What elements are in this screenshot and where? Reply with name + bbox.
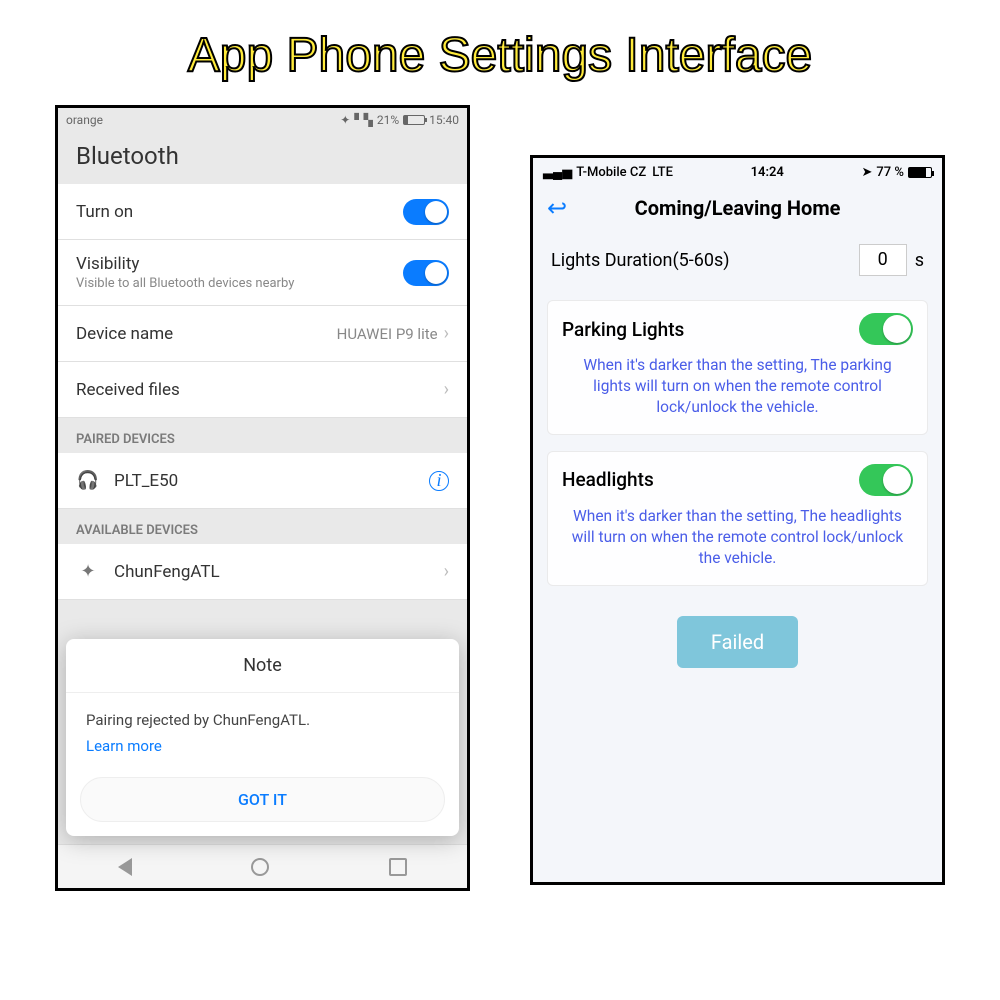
- carrier-label: orange: [66, 113, 103, 127]
- turn-on-label: Turn on: [76, 202, 403, 222]
- headlights-desc: When it's darker than the setting, The h…: [562, 496, 913, 571]
- bluetooth-icon: ✦: [76, 561, 100, 582]
- battery-percent: 21%: [377, 113, 399, 127]
- parking-lights-card: Parking Lights When it's darker than the…: [547, 300, 928, 435]
- battery-icon: [908, 167, 932, 178]
- paired-devices-header: PAIRED DEVICES: [58, 418, 467, 453]
- paired-device-row[interactable]: 🎧 PLT_E50 i: [58, 453, 467, 509]
- headlights-label: Headlights: [562, 468, 859, 491]
- visibility-toggle[interactable]: [403, 260, 449, 286]
- signal-icon: ▃▄▅: [543, 164, 572, 180]
- info-icon[interactable]: i: [429, 471, 449, 491]
- location-icon: ➤: [862, 165, 873, 180]
- nav-back-button[interactable]: [118, 858, 132, 876]
- duration-unit: s: [915, 250, 924, 271]
- turn-on-row[interactable]: Turn on: [58, 184, 467, 240]
- android-status-bar: orange ✦ ▘▚ 21% 15:40: [58, 108, 467, 132]
- turn-on-toggle[interactable]: [403, 199, 449, 225]
- available-device-name: ChunFengATL: [114, 562, 444, 582]
- screen-title: Bluetooth: [58, 132, 467, 184]
- nav-home-button[interactable]: [251, 858, 269, 876]
- parking-lights-toggle[interactable]: [859, 313, 913, 345]
- battery-icon: [403, 115, 425, 125]
- signal-icon: ▘▚: [354, 113, 372, 127]
- chevron-right-icon: ›: [444, 561, 449, 582]
- available-devices-header: AVAILABLE DEVICES: [58, 509, 467, 544]
- visibility-label: Visibility: [76, 254, 403, 274]
- ios-status-bar: ▃▄▅ T-Mobile CZ LTE 14:24 ➤ 77 %: [533, 158, 942, 186]
- lights-duration-row: Lights Duration(5-60s) 0 s: [533, 236, 942, 292]
- received-files-label: Received files: [76, 380, 444, 400]
- ios-screenshot: ▃▄▅ T-Mobile CZ LTE 14:24 ➤ 77 % ↩ Comin…: [530, 155, 945, 885]
- chevron-right-icon: ›: [444, 379, 449, 400]
- screen-title: Coming/Leaving Home: [575, 196, 900, 220]
- parking-lights-desc: When it's darker than the setting, The p…: [562, 345, 913, 420]
- paired-device-name: PLT_E50: [114, 471, 429, 491]
- clock-label: 15:40: [429, 113, 459, 127]
- device-name-label: Device name: [76, 324, 337, 344]
- nav-recent-button[interactable]: [389, 858, 407, 876]
- carrier-label: T-Mobile CZ: [576, 165, 646, 180]
- duration-input[interactable]: 0: [859, 244, 907, 276]
- duration-label: Lights Duration(5-60s): [551, 250, 730, 271]
- back-button[interactable]: ↩: [547, 194, 567, 222]
- device-name-value: HUAWEI P9 lite: [337, 325, 438, 343]
- visibility-row[interactable]: Visibility Visible to all Bluetooth devi…: [58, 240, 467, 306]
- network-label: LTE: [652, 165, 673, 180]
- battery-percent: 77 %: [876, 165, 904, 180]
- page-title: App Phone Settings Interface: [0, 0, 1000, 105]
- device-name-row[interactable]: Device name HUAWEI P9 lite ›: [58, 306, 467, 362]
- headphones-icon: 🎧: [76, 470, 100, 491]
- available-device-row[interactable]: ✦ ChunFengATL ›: [58, 544, 467, 600]
- headlights-card: Headlights When it's darker than the set…: [547, 451, 928, 586]
- headlights-toggle[interactable]: [859, 464, 913, 496]
- ios-nav-bar: ↩ Coming/Leaving Home: [533, 186, 942, 236]
- android-screenshot: orange ✦ ▘▚ 21% 15:40 Bluetooth Turn on …: [55, 105, 470, 891]
- failed-button[interactable]: Failed: [677, 616, 798, 668]
- received-files-row[interactable]: Received files ›: [58, 362, 467, 418]
- android-nav-bar: [58, 844, 467, 888]
- visibility-sub: Visible to all Bluetooth devices nearby: [76, 276, 403, 291]
- parking-lights-label: Parking Lights: [562, 318, 859, 341]
- bluetooth-icon: ✦: [340, 113, 350, 127]
- chevron-right-icon: ›: [444, 323, 449, 344]
- clock-label: 14:24: [751, 165, 784, 180]
